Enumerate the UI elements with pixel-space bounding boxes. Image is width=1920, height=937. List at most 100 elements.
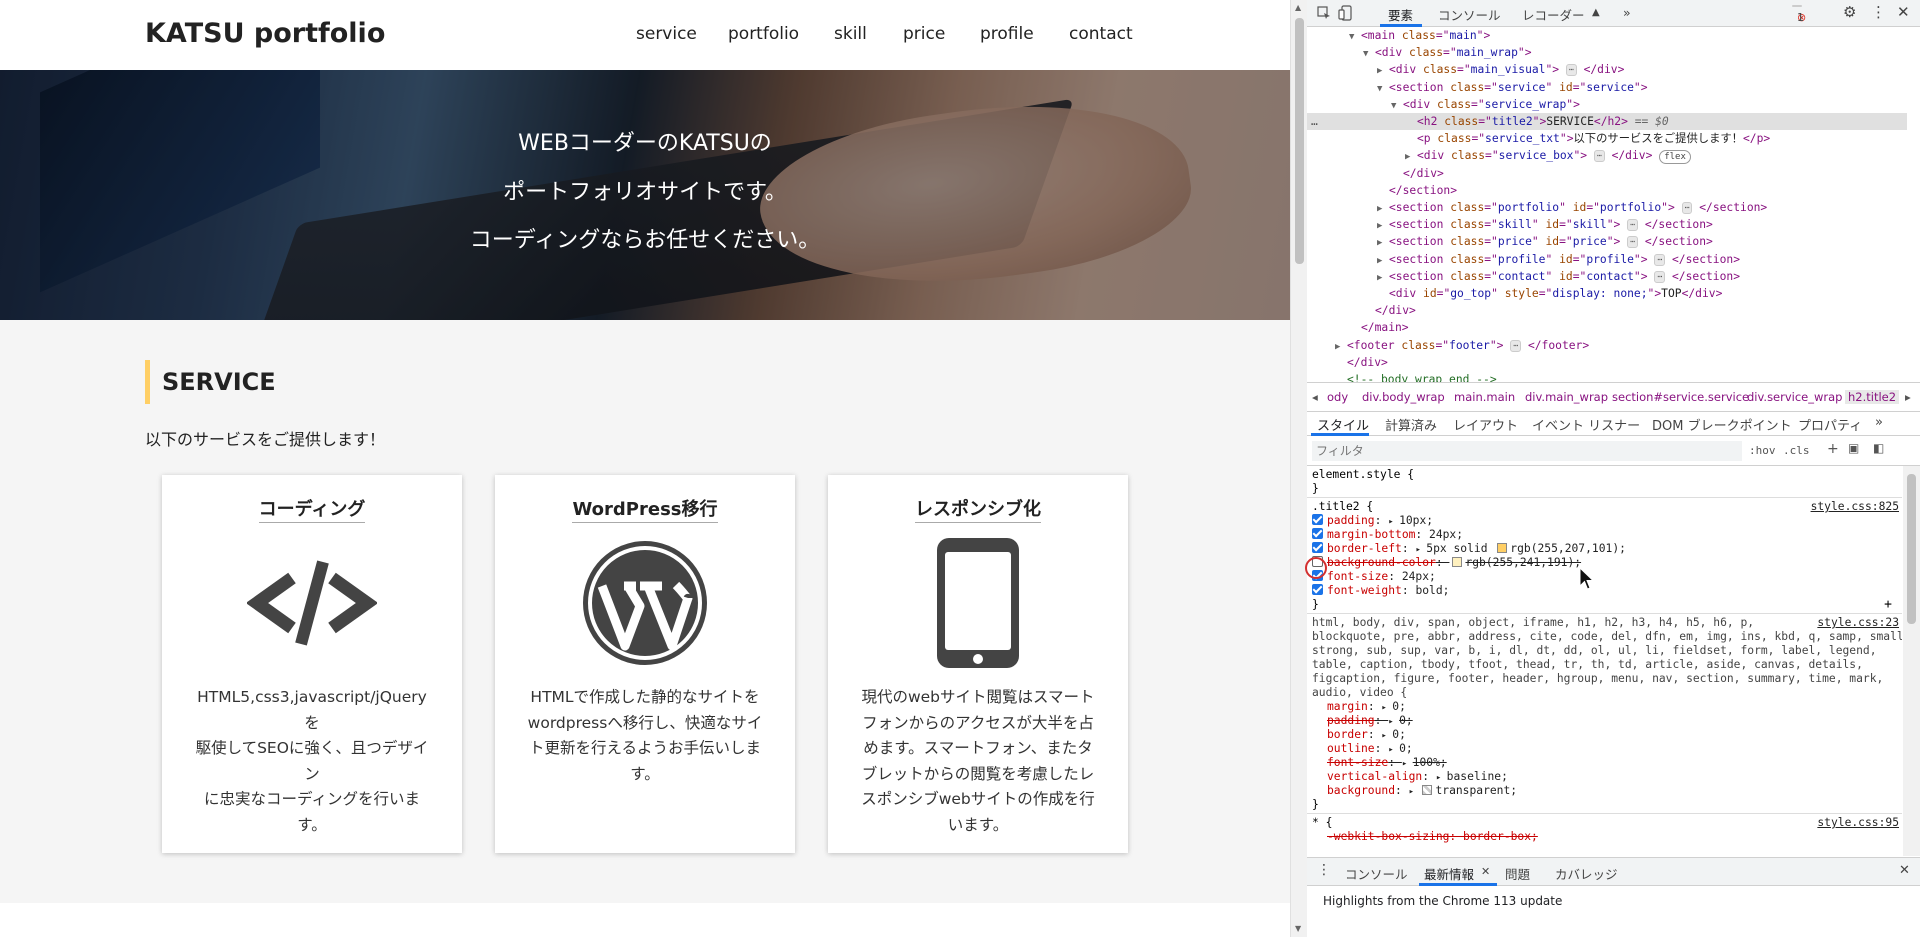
scroll-up-icon[interactable]: ▲: [1295, 3, 1301, 12]
dom-node-selected[interactable]: … <h2 class="title2">SERVICE</h2> == $0: [1307, 113, 1907, 131]
dom-node[interactable]: </div>: [1307, 165, 1907, 182]
crumb-body[interactable]: ody: [1327, 390, 1348, 404]
tab-event-listeners[interactable]: イベント リスナー: [1532, 415, 1640, 434]
drawer-menu-icon[interactable]: ⋮: [1317, 862, 1331, 878]
devtools-drawer: ⋮ コンソール 最新情報 ✕ 問題 カバレッジ ✕ Highlights fro…: [1307, 857, 1920, 937]
tab-computed[interactable]: 計算済み: [1385, 415, 1437, 434]
element-style-selector: element.style {: [1312, 468, 1415, 481]
tab-properties[interactable]: プロパティ: [1798, 415, 1862, 434]
tab-dom-breakpoints[interactable]: DOM ブレークポイント: [1652, 415, 1792, 434]
dom-tree: ▼ <main class="main"> ▼ <div class="main_wr…: [1307, 27, 1920, 382]
hero-line-1: WEBコーダーのKATSUの: [518, 131, 772, 156]
property-checkbox[interactable]: [1312, 514, 1323, 525]
ellipsis-icon[interactable]: ⋯: [1654, 253, 1666, 266]
crumb-section-service[interactable]: section#service.service: [1612, 390, 1749, 404]
service-card-wordpress: WordPress移行 HTMLで作成した静的なサイトを wordpressへ移…: [495, 475, 795, 853]
add-property-button[interactable]: +: [1884, 598, 1892, 612]
reset-selector-line: blockquote, pre, abbr, address, cite, co…: [1312, 630, 1902, 643]
nav-profile[interactable]: profile: [980, 24, 1034, 44]
css-property-box-sizing: -webkit-box-sizing: border-box;: [1327, 830, 1538, 843]
crumb-main-wrap[interactable]: div.main_wrap: [1525, 390, 1608, 404]
source-link[interactable]: style.css:825: [1811, 500, 1899, 514]
property-checkbox[interactable]: [1312, 528, 1323, 539]
crumb-body-wrap[interactable]: div.body_wrap: [1362, 390, 1445, 404]
dom-node[interactable]: <div id="go_top" style="display: none;">…: [1307, 285, 1907, 302]
error-badge[interactable]: ⊗ 1: [1792, 5, 1806, 24]
ellipsis-icon[interactable]: ⋯: [1654, 270, 1666, 283]
color-swatch[interactable]: [1497, 543, 1508, 553]
drawer-close-icon[interactable]: ✕: [1899, 863, 1910, 878]
ellipsis-icon[interactable]: ⋯: [1510, 339, 1522, 352]
source-link[interactable]: style.css:23: [1817, 616, 1899, 630]
drawer-tab-close-icon[interactable]: ✕: [1481, 865, 1490, 878]
crumb-left-icon[interactable]: ◂: [1312, 390, 1318, 404]
scrollbar-thumb[interactable]: [1295, 18, 1304, 264]
color-swatch[interactable]: [1422, 785, 1433, 795]
dom-node[interactable]: <p class="service_txt">以下のサービスをご提供します！</…: [1307, 130, 1907, 147]
title2-selector: .title2 {: [1312, 500, 1374, 513]
styles-scrollbar-thumb[interactable]: [1907, 474, 1916, 624]
card-title: レスポンシブ化: [915, 499, 1041, 523]
drawer-tab-console[interactable]: コンソール: [1345, 864, 1408, 883]
hov-button[interactable]: :hov: [1749, 444, 1776, 457]
scroll-down-icon[interactable]: ▼: [1295, 924, 1301, 933]
rule-close: }: [1312, 482, 1319, 495]
page-scrollbar[interactable]: ▲ ▼: [1290, 0, 1307, 937]
new-rule-button[interactable]: +: [1827, 441, 1839, 457]
css-property-padding: padding: ▸ 10px;: [1312, 514, 1433, 529]
inspect-icon[interactable]: [1317, 6, 1331, 20]
main-nav: service portfolio skill price profile co…: [0, 24, 1290, 48]
crumb-service-wrap[interactable]: div.service_wrap: [1747, 390, 1843, 404]
card-title: WordPress移行: [572, 499, 718, 523]
kebab-menu-icon[interactable]: ⋮: [1871, 3, 1886, 21]
main-visual: WEBコーダーのKATSUの ポートフォリオサイトです。 コーディングならお任せ…: [0, 70, 1290, 320]
dom-node[interactable]: </div>: [1307, 354, 1907, 371]
ellipsis-icon[interactable]: ⋯: [1681, 202, 1693, 214]
styles-scrollbar[interactable]: [1903, 466, 1920, 856]
crumb-right-icon[interactable]: ▸: [1905, 390, 1911, 404]
crumb-main[interactable]: main.main: [1454, 390, 1515, 404]
ellipsis-icon[interactable]: ⋯: [1593, 150, 1605, 163]
tab-elements[interactable]: 要素: [1388, 5, 1413, 24]
flex-badge[interactable]: flex: [1659, 150, 1691, 165]
styles-pane: element.style {} .title2 { style.css:825 pa…: [1307, 466, 1902, 856]
dom-node[interactable]: </div>: [1307, 302, 1907, 319]
nav-service[interactable]: service: [636, 24, 697, 44]
rule-close: }: [1312, 598, 1319, 611]
nav-price[interactable]: price: [903, 24, 945, 44]
ellipsis-icon[interactable]: ⋯: [1565, 64, 1577, 77]
tab-styles[interactable]: スタイル: [1317, 415, 1369, 434]
device-toggle-icon[interactable]: [1338, 5, 1352, 21]
tab-console[interactable]: コンソール: [1438, 5, 1501, 24]
ellipsis-icon[interactable]: ⋯: [1627, 219, 1638, 232]
reset-selector-line: figcaption, figure, footer, header, hgro…: [1312, 672, 1884, 685]
drawer-tab-issues[interactable]: 問題: [1505, 864, 1530, 883]
dom-node[interactable]: </section>: [1307, 182, 1907, 199]
drawer-tabbar: ⋮ コンソール 最新情報 ✕ 問題 カバレッジ ✕: [1307, 858, 1920, 886]
more-style-tabs[interactable]: »: [1875, 415, 1883, 430]
source-link[interactable]: style.css:95: [1817, 816, 1899, 830]
color-swatch[interactable]: [1452, 557, 1463, 567]
drawer-tab-coverage[interactable]: カバレッジ: [1555, 864, 1618, 883]
cls-button[interactable]: .cls: [1783, 444, 1810, 457]
dom-node[interactable]: <!-- body_wrap end -->: [1307, 371, 1907, 382]
nav-contact[interactable]: contact: [1069, 24, 1133, 44]
property-checkbox[interactable]: [1312, 542, 1323, 553]
dom-node[interactable]: </main>: [1307, 319, 1907, 336]
ellipsis-icon[interactable]: ⋯: [1627, 236, 1638, 249]
tab-recorder[interactable]: レコーダー: [1522, 5, 1585, 24]
sidebar-toggle-icon[interactable]: ◧: [1873, 441, 1884, 455]
tab-layout[interactable]: レイアウト: [1453, 415, 1518, 434]
more-tabs-button[interactable]: »: [1623, 5, 1631, 20]
css-property-border: border: ▸ 0;: [1327, 728, 1406, 741]
nav-skill[interactable]: skill: [834, 24, 867, 44]
paint-icon[interactable]: ▣: [1848, 441, 1859, 455]
crumb-h2[interactable]: h2.title2: [1845, 390, 1900, 404]
gear-icon[interactable]: ⚙: [1843, 3, 1856, 21]
property-checkbox[interactable]: [1312, 584, 1323, 595]
styles-filter-input[interactable]: [1312, 441, 1742, 461]
hero-line-3: コーディングならお任せください。: [469, 228, 821, 253]
close-icon[interactable]: ✕: [1897, 3, 1910, 21]
drawer-tab-whats-new[interactable]: 最新情報: [1424, 864, 1474, 883]
nav-portfolio[interactable]: portfolio: [728, 24, 799, 44]
